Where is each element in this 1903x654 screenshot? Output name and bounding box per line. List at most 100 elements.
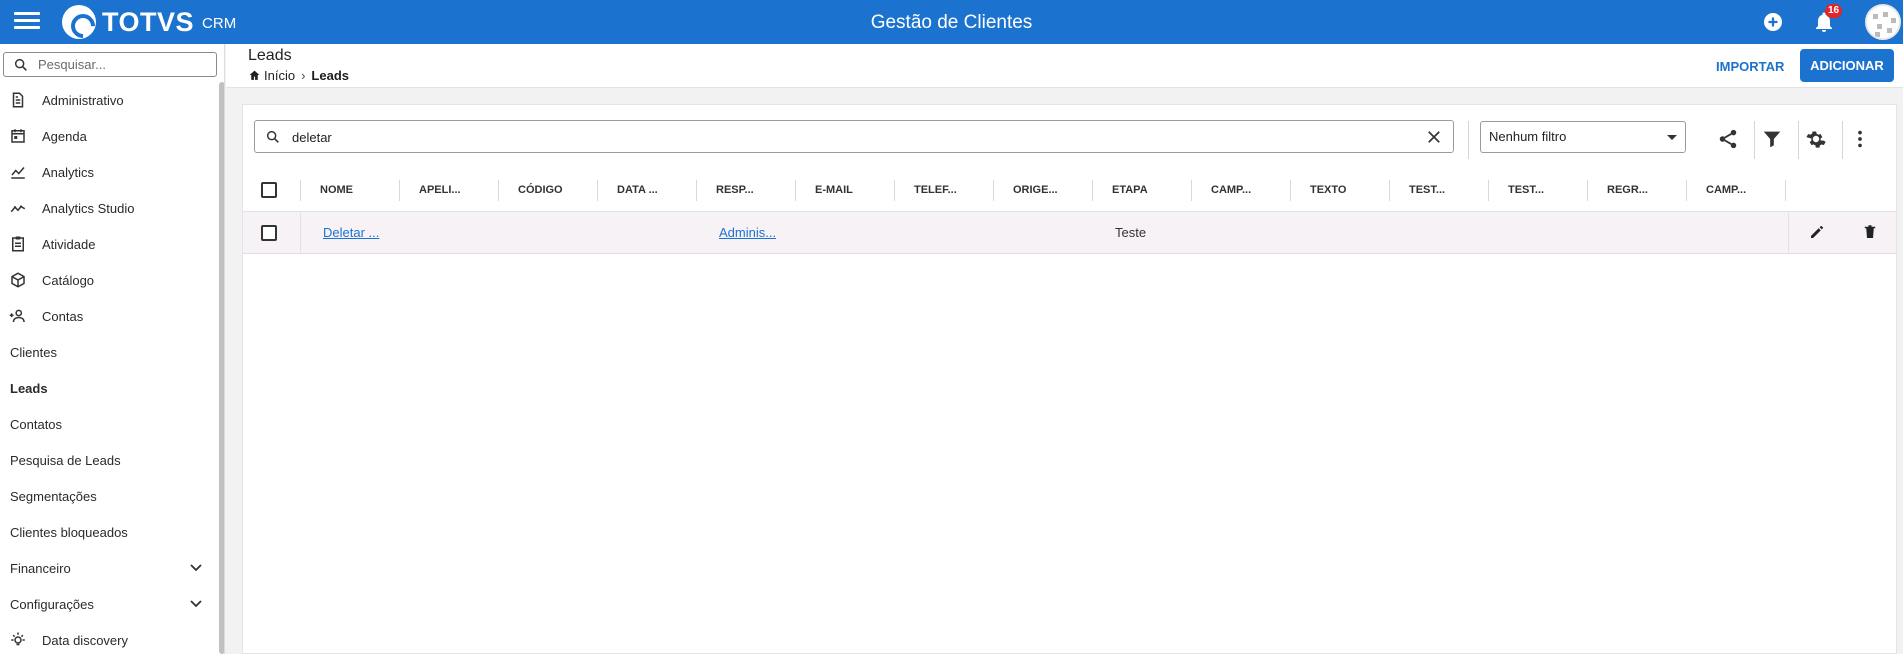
sidebar-item-financeiro[interactable]: Financeiro (0, 550, 219, 586)
column-header-responsavel[interactable]: RESP... (696, 169, 795, 212)
sidebar-item-label: Clientes bloqueados (10, 524, 128, 540)
search-icon (14, 58, 27, 71)
lead-name-link[interactable]: Deletar ... (323, 225, 379, 240)
hamburger-menu-icon[interactable] (14, 12, 40, 32)
sidebar-item-label: Analytics (42, 164, 95, 180)
trend-icon (10, 205, 26, 213)
trash-icon[interactable] (1861, 223, 1879, 241)
sidebar-item-administrativo[interactable]: Administrativo (0, 82, 219, 118)
sidebar-item-catalogo[interactable]: Catálogo (0, 262, 219, 298)
sidebar-item-label: Leads (10, 380, 48, 396)
sidebar-item-label: Contatos (10, 416, 63, 432)
row-checkbox[interactable] (261, 225, 277, 241)
toolbar-divider (1798, 121, 1799, 159)
share-icon[interactable] (1717, 128, 1739, 150)
sidebar-item-label: Data discovery (42, 632, 128, 648)
home-icon[interactable] (248, 69, 261, 82)
chevron-down-icon (190, 564, 202, 572)
filter-select-value: Nenhum filtro (1489, 129, 1567, 144)
sidebar-item-label: Administrativo (42, 92, 124, 108)
chevron-down-icon (190, 600, 202, 608)
sidebar-item-label: Clientes (10, 344, 57, 360)
import-button[interactable]: IMPORTAR (1704, 51, 1796, 81)
dropdown-caret-icon (1667, 135, 1677, 140)
sidebar-item-label: Agenda (42, 128, 87, 144)
select-all-checkbox[interactable] (261, 182, 277, 198)
sidebar-item-clientes-bloqueados[interactable]: Clientes bloqueados (0, 514, 219, 550)
sidebar-item-leads[interactable]: Leads (0, 370, 219, 406)
breadcrumb-current: Leads (311, 68, 349, 83)
responsavel-link[interactable]: Adminis... (719, 225, 776, 240)
line-chart-icon (11, 167, 25, 179)
chevron-right-icon: › (301, 68, 306, 83)
column-divider (1785, 180, 1786, 201)
filter-icon[interactable] (1761, 128, 1783, 150)
sidebar-item-label: Analytics Studio (42, 200, 135, 216)
sidebar-item-agenda[interactable]: Agenda (0, 118, 219, 154)
totvs-logo-icon (62, 5, 96, 39)
add-circle-icon[interactable] (1761, 10, 1785, 34)
edit-pencil-icon[interactable] (1808, 223, 1826, 241)
sidebar-item-configuracoes[interactable]: Configurações (0, 586, 219, 622)
leads-search-input[interactable] (292, 128, 1392, 146)
more-vertical-icon[interactable] (1849, 128, 1871, 150)
lightbulb-icon (11, 632, 25, 646)
sidebar-item-contatos[interactable]: Contatos (0, 406, 219, 442)
sidebar-menu: Administrativo Agenda Analytics Analytic… (0, 82, 219, 654)
document-icon (12, 92, 24, 108)
user-avatar[interactable] (1865, 4, 1901, 40)
column-header-texto[interactable]: TEXTO (1290, 169, 1389, 212)
cell-responsavel: Adminis... (719, 212, 776, 254)
leads-search[interactable] (254, 120, 1454, 153)
sidebar-item-label: Configurações (10, 596, 94, 612)
column-header-apelido[interactable]: APELI... (399, 169, 498, 212)
sidebar-item-label: Segmentações (10, 488, 97, 504)
sidebar-item-pesquisa-de-leads[interactable]: Pesquisa de Leads (0, 442, 219, 478)
sidebar-item-segmentacoes[interactable]: Segmentações (0, 478, 219, 514)
column-header-campo-1[interactable]: CAMP... (1191, 169, 1290, 212)
sidebar-item-analytics-studio[interactable]: Analytics Studio (0, 190, 219, 226)
column-header-teste-2[interactable]: TEST... (1488, 169, 1587, 212)
sidebar-item-contas[interactable]: Contas (0, 298, 219, 334)
column-header-nome[interactable]: NOME (300, 169, 399, 212)
cell-etapa: Teste (1115, 225, 1147, 240)
app-title: Gestão de Clientes (870, 12, 1033, 33)
search-icon (266, 130, 279, 143)
column-header-origem[interactable]: ORIGE... (993, 169, 1092, 212)
breadcrumb-home[interactable]: Início (264, 68, 295, 83)
sidebar-item-label: Catálogo (42, 272, 95, 288)
add-button[interactable]: ADICIONAR (1800, 49, 1894, 82)
column-header-email[interactable]: E-MAIL (795, 169, 894, 212)
calendar-icon (11, 129, 25, 143)
page-title: Leads (248, 47, 292, 64)
sidebar-search[interactable] (3, 52, 217, 77)
sidebar-item-label: Pesquisa de Leads (10, 452, 121, 468)
column-header-regra[interactable]: REGR... (1587, 169, 1686, 212)
sidebar-scrollbar[interactable] (219, 82, 224, 654)
clear-search-icon[interactable] (1425, 128, 1443, 146)
column-header-data[interactable]: DATA ... (597, 169, 696, 212)
cell-divider (1788, 212, 1789, 254)
column-header-teste-1[interactable]: TEST... (1389, 169, 1488, 212)
sidebar-item-atividade[interactable]: Atividade (0, 226, 219, 262)
leads-panel: Nenhum filtro NOME APELI... CÓDIGO DATA … (242, 104, 1897, 654)
cell-nome: Deletar ... (323, 212, 379, 254)
table-row[interactable]: Deletar ... Adminis... Teste (243, 212, 1896, 254)
sidebar-item-data-discovery[interactable]: Data discovery (0, 622, 219, 654)
sidebar: Administrativo Agenda Analytics Analytic… (0, 44, 225, 654)
toolbar-divider (1468, 121, 1469, 159)
notification-badge: 16 (1825, 4, 1843, 18)
gear-icon[interactable] (1805, 128, 1827, 150)
sidebar-item-analytics[interactable]: Analytics (0, 154, 219, 190)
column-header-telefone[interactable]: TELEF... (894, 169, 993, 212)
table-header: NOME APELI... CÓDIGO DATA ... RESP... E-… (243, 169, 1896, 212)
sidebar-search-input[interactable] (38, 56, 208, 73)
cell-divider (300, 212, 301, 254)
column-header-codigo[interactable]: CÓDIGO (498, 169, 597, 212)
column-header-etapa[interactable]: ETAPA (1092, 169, 1191, 212)
sidebar-item-clientes[interactable]: Clientes (0, 334, 219, 370)
filter-select[interactable]: Nenhum filtro (1480, 121, 1686, 153)
breadcrumb: Início › Leads (248, 68, 349, 83)
column-header-campo-2[interactable]: CAMP... (1686, 169, 1785, 212)
brand-sub: CRM (202, 14, 237, 32)
